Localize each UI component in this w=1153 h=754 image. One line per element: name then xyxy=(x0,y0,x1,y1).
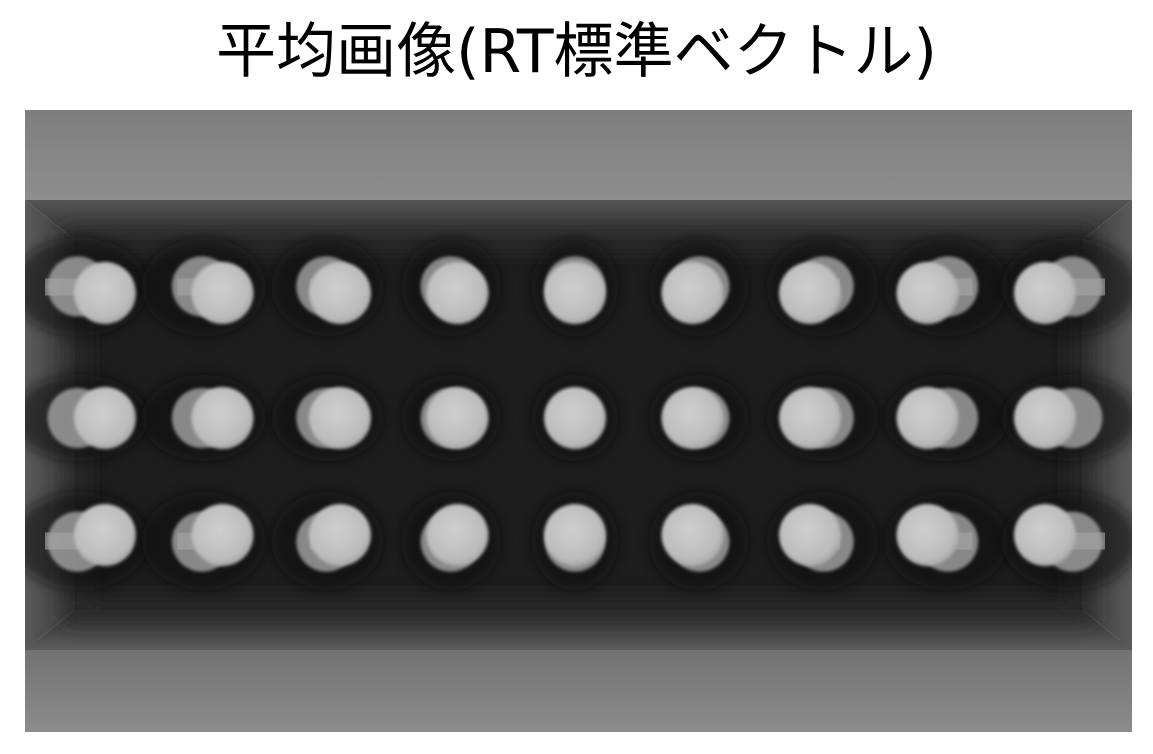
pin-3-6 xyxy=(649,492,748,590)
page: 平均画像(RT標準ベクトル) xyxy=(0,0,1153,754)
pin-1-9 xyxy=(1002,238,1132,336)
pin-3-4 xyxy=(402,492,501,590)
pin-1-4 xyxy=(402,238,501,336)
pin-2-7 xyxy=(767,375,878,461)
pin-1-2 xyxy=(142,238,266,336)
pin-3-9 xyxy=(1002,492,1132,590)
top-frame-band xyxy=(25,110,1132,200)
bottom-frame-band xyxy=(25,640,1132,732)
pin-grid xyxy=(25,238,1132,590)
pin-3-2 xyxy=(142,492,266,590)
average-image xyxy=(25,110,1132,732)
pin-3-8 xyxy=(884,492,1008,590)
pin-2-4 xyxy=(402,375,501,461)
pin-2-5 xyxy=(532,375,618,461)
pin-3-3 xyxy=(272,492,383,590)
pin-2-3 xyxy=(272,375,383,461)
average-image-figure xyxy=(25,110,1132,732)
pin-3-7 xyxy=(767,492,878,590)
pin-2-6 xyxy=(649,375,748,461)
page-title: 平均画像(RT標準ベクトル) xyxy=(216,17,937,87)
pin-1-5 xyxy=(532,238,618,336)
pin-1-6 xyxy=(649,238,748,336)
pin-1-8 xyxy=(884,238,1008,336)
pin-1-3 xyxy=(272,238,383,336)
pin-2-2 xyxy=(142,375,266,461)
pin-2-9 xyxy=(1002,375,1132,461)
pin-1-7 xyxy=(767,238,878,336)
pin-2-8 xyxy=(884,375,1008,461)
pin-3-5 xyxy=(532,492,618,590)
